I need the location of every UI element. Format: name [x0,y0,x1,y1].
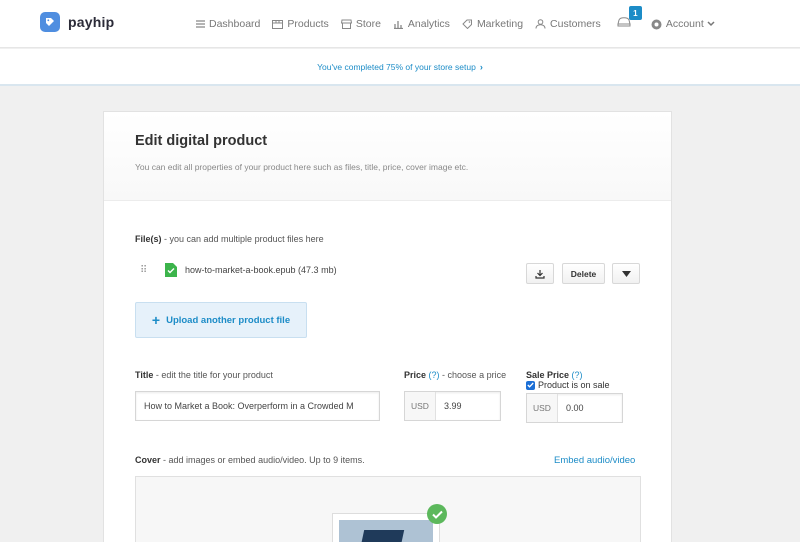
files-label-title: File(s) [135,234,162,244]
notifications-button[interactable]: 1 [617,6,642,33]
nav-store-label: Store [355,18,381,30]
payhip-logo[interactable]: payhip [40,12,114,32]
sale-price-input-value: 0.00 [565,403,584,413]
on-sale-checkbox[interactable] [526,380,535,390]
title-label-hint: - edit the title for your product [153,370,273,380]
cover-selected-check-icon [427,504,447,524]
files-label-hint: - you can add multiple product files her… [161,234,324,244]
sale-price-label-title: Sale Price [526,370,570,380]
cover-label-hint: - add images or embed audio/video. Up to… [160,455,365,465]
account-menu[interactable]: Account [651,18,719,30]
caret-down-icon [621,270,631,277]
price-input[interactable]: USD 3.99 [404,391,501,421]
upload-button-label: Upload another product file [166,314,291,326]
drag-handle-icon[interactable]: ⠿ [140,265,158,276]
file-icon [165,263,177,277]
nav-products-label: Products [287,18,329,30]
sale-price-input[interactable]: USD 0.00 [526,393,623,423]
nav-marketing-label: Marketing [476,18,524,30]
tag-icon [462,19,472,29]
file-row: ⠿ how-to-market-a-book.epub (47.3 mb) [140,263,337,277]
menu-icon [196,20,205,28]
sale-price-currency: USD [527,394,558,422]
chevron-right-icon: › [479,61,483,72]
edit-product-card: Edit digital product You can edit all pr… [103,111,672,542]
nav-dashboard-label: Dashboard [209,18,261,30]
nav-customers-label: Customers [550,18,601,30]
box-icon [272,20,284,29]
nav-dashboard[interactable]: Dashboard [196,18,260,30]
cover-dropzone[interactable] [135,476,641,542]
embed-audio-video-link[interactable]: Embed audio/video [554,455,635,466]
nav-products[interactable]: Products [272,18,329,30]
chevron-down-icon [707,21,715,27]
store-setup-banner[interactable]: You've completed 75% of your store setup… [0,49,800,86]
price-label-title: Price [404,370,427,380]
delete-file-button[interactable]: Delete [562,263,605,284]
nav-marketing[interactable]: Marketing [462,18,523,30]
top-navbar: payhip Dashboard Products Store Analytic… [0,0,800,48]
cover-label: Cover - add images or embed audio/video.… [135,455,365,465]
card-header: Edit digital product You can edit all pr… [104,112,671,201]
upload-product-file-button[interactable]: + Upload another product file [135,302,307,338]
on-sale-checkbox-row[interactable]: Product is on sale [526,380,610,390]
download-file-button[interactable] [526,263,554,284]
sale-price-help-link[interactable]: (?) [572,370,583,380]
file-name: how-to-market-a-book.epub (47.3 mb) [185,265,337,275]
cover-image [339,520,433,542]
checkmark-icon [527,382,534,388]
page-title: Edit digital product [135,133,268,149]
title-input-value: How to Market a Book: Overperform in a C… [144,401,354,411]
nav-analytics[interactable]: Analytics [393,18,450,30]
title-label: Title - edit the title for your product [135,370,273,380]
price-input-value: 3.99 [443,401,462,411]
logo-tag-icon [40,12,60,32]
account-gear-icon [651,19,662,29]
price-label: Price (?) - choose a price [404,370,506,380]
chart-icon [393,21,403,29]
nav-analytics-label: Analytics [407,18,450,30]
sale-price-label: Sale Price (?) [526,370,583,380]
nav-customers[interactable]: Customers [535,18,601,30]
files-label: File(s) - you can add multiple product f… [135,234,324,244]
nav-store[interactable]: Store [340,18,381,30]
price-label-hint: - choose a price [439,370,507,380]
title-label-title: Title [135,370,154,380]
price-currency: USD [405,392,436,420]
cover-label-title: Cover [135,455,161,465]
cover-thumbnail[interactable] [332,513,440,542]
setup-progress-text[interactable]: You've completed 75% of your store setup [317,62,476,72]
plus-icon: + [151,312,161,328]
account-label: Account [665,18,704,30]
logo-text: payhip [68,14,115,30]
download-icon [535,269,545,279]
book-cover-image [357,530,405,542]
file-options-dropdown[interactable] [612,263,640,284]
price-help-link[interactable]: (?) [429,370,440,380]
user-icon [535,19,546,29]
on-sale-label: Product is on sale [538,380,610,390]
page-subtitle: You can edit all properties of your prod… [135,162,469,172]
notification-badge: 1 [628,6,642,20]
title-input[interactable]: How to Market a Book: Overperform in a C… [135,391,380,421]
main-nav: Dashboard Products Store Analytics Marke… [196,6,719,33]
store-icon [340,19,352,29]
